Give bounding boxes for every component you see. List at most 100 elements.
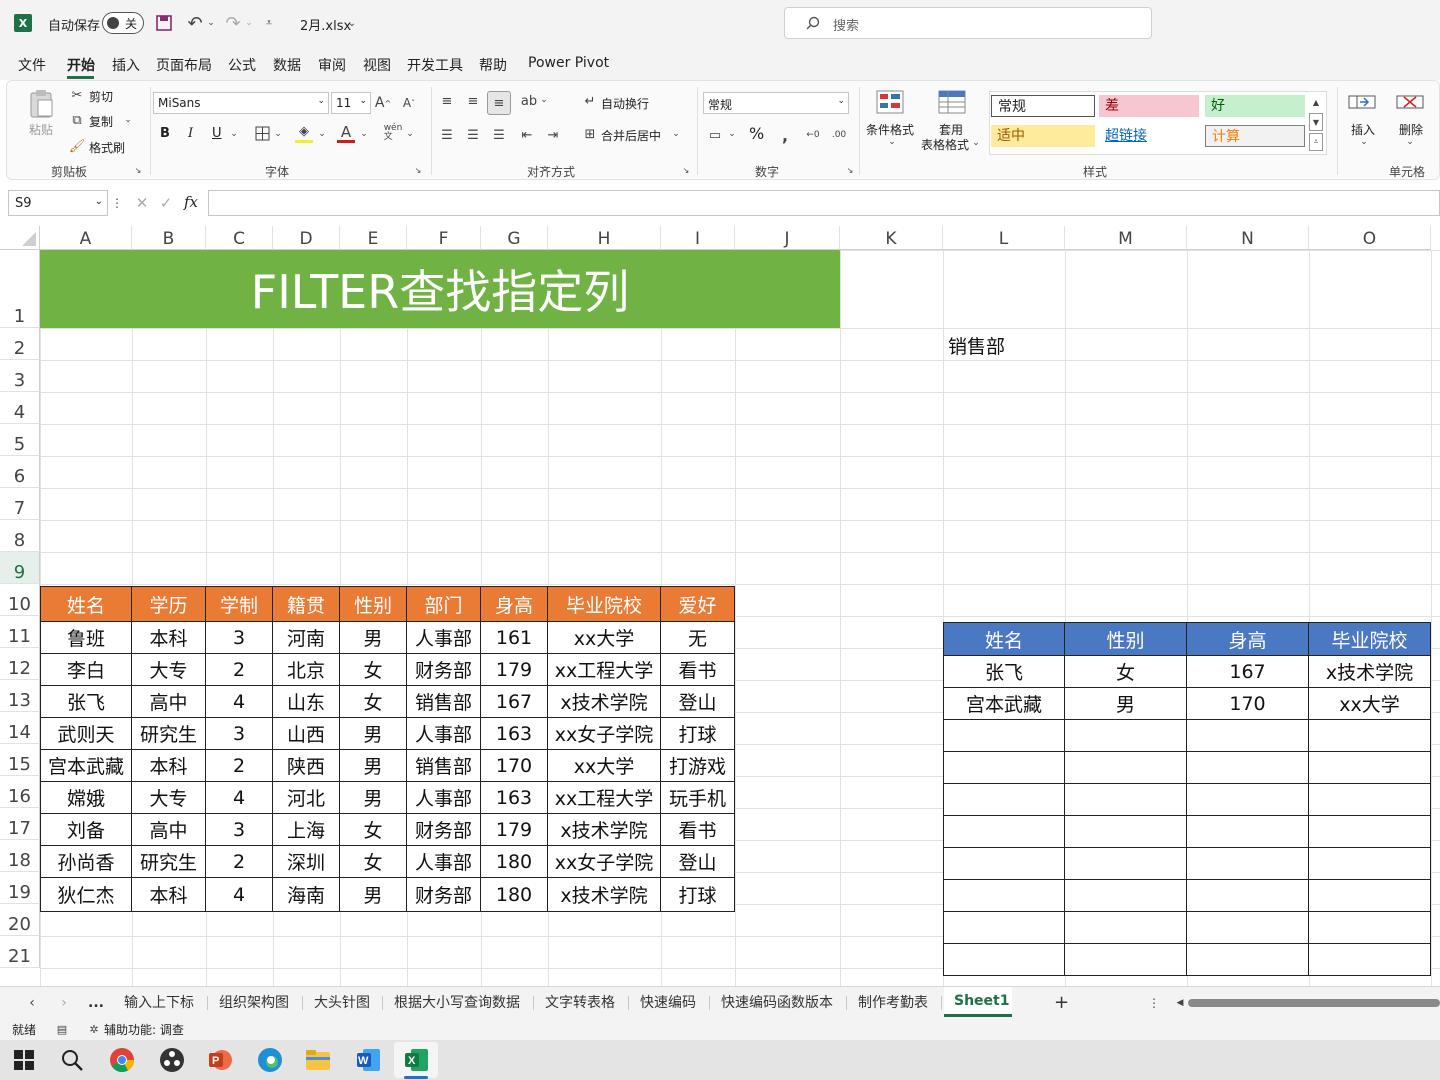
table-cell[interactable]: 山东 (273, 686, 340, 718)
table-cell[interactable]: 女 (340, 654, 407, 686)
column-header[interactable]: C (206, 226, 273, 250)
style-good[interactable]: 好 (1205, 95, 1305, 117)
column-header[interactable]: J (735, 226, 840, 250)
row-header[interactable]: 9 (0, 552, 40, 584)
add-sheet-button[interactable]: + (1054, 991, 1069, 1015)
row-header[interactable]: 19 (0, 872, 40, 904)
number-format-select[interactable]: 常规 ⌄ (703, 92, 849, 114)
table-cell[interactable]: 打游戏 (661, 750, 735, 782)
status-accessibility[interactable]: 辅助功能: 调查 (104, 1021, 184, 1038)
worksheet-grid[interactable]: ABCDEFGHIJKLMNO 1 2 3 4 5 6 7 8 9 10 11 12 13 14 15 16 1… (0, 226, 1440, 986)
align-top-icon[interactable]: ≡ (437, 91, 457, 111)
table-cell[interactable]: 170 (481, 750, 548, 782)
row-header[interactable]: 20 (0, 904, 40, 936)
result-cell[interactable] (943, 752, 1065, 784)
result-cell[interactable]: 张飞 (943, 656, 1065, 688)
style-neutral[interactable]: 适中 (991, 125, 1095, 147)
sheet-tab[interactable]: 快速编码 (640, 991, 696, 1015)
tab-data[interactable]: 数据 (273, 55, 301, 75)
table-cell[interactable]: 销售部 (407, 686, 481, 718)
format-painter-label[interactable]: 格式刷 (89, 139, 125, 156)
table-cell[interactable]: 看书 (661, 654, 735, 686)
result-cell[interactable] (1187, 784, 1309, 816)
table-cell[interactable]: xx工程大学 (548, 654, 661, 686)
table-cell[interactable]: 狄仁杰 (40, 878, 132, 912)
italic-button[interactable]: I (188, 126, 193, 141)
table-cell[interactable]: 3 (206, 814, 273, 846)
tab-formulas[interactable]: 公式 (228, 55, 256, 75)
result-cell[interactable] (1065, 720, 1187, 752)
insert-function-button[interactable]: fx (184, 193, 198, 211)
table-cell[interactable]: 高中 (132, 814, 206, 846)
row-header[interactable]: 5 (0, 424, 40, 456)
table-cell[interactable]: 女 (340, 814, 407, 846)
increase-decimal-icon[interactable]: ←0 (803, 125, 823, 145)
accessibility-icon[interactable]: ✲ (86, 1021, 102, 1037)
lookup-value-cell[interactable]: 销售部 (948, 332, 1005, 359)
windows-start-icon[interactable] (12, 1048, 36, 1072)
select-all-corner[interactable] (0, 226, 40, 250)
table-cell[interactable]: 鲁班 (40, 622, 132, 654)
result-cell[interactable] (1309, 944, 1431, 976)
table-cell[interactable]: 河南 (273, 622, 340, 654)
format-as-table-dropdown-icon[interactable]: ⌄ (971, 137, 981, 149)
table-cell[interactable]: 4 (206, 878, 273, 912)
font-size-select[interactable]: 11 ⌄ (331, 92, 371, 114)
obs-icon[interactable] (158, 1046, 186, 1074)
tabs-options-icon[interactable]: ⋮ (1148, 993, 1160, 1013)
result-cell[interactable] (1065, 816, 1187, 848)
result-cell[interactable]: 女 (1065, 656, 1187, 688)
sheet-tab[interactable]: 制作考勤表 (858, 991, 928, 1015)
fill-color-icon[interactable]: ◈ (295, 123, 313, 143)
sheet-tab[interactable]: 根据大小写查询数据 (394, 991, 520, 1015)
paste-label[interactable]: 粘贴 (29, 121, 53, 138)
tab-file[interactable]: 文件 (18, 55, 46, 75)
column-header[interactable]: E (340, 226, 407, 250)
powerpoint-icon[interactable]: P (206, 1046, 234, 1074)
result-cell[interactable] (1187, 816, 1309, 848)
copy-dropdown-icon[interactable]: ⌄ (123, 113, 133, 127)
result-cell[interactable]: 男 (1065, 688, 1187, 720)
row-header[interactable]: 7 (0, 488, 40, 520)
result-cell[interactable] (1065, 752, 1187, 784)
phonetic-guide-icon[interactable]: wén 文 (383, 123, 403, 143)
result-cell[interactable] (943, 720, 1065, 752)
cut-label[interactable]: 剪切 (89, 88, 113, 105)
table-cell[interactable]: 打球 (661, 878, 735, 912)
table-cell[interactable]: 本科 (132, 750, 206, 782)
table-cell[interactable]: 销售部 (407, 750, 481, 782)
filename[interactable]: 2月.xlsx (300, 15, 351, 34)
table-cell[interactable]: xx女子学院 (548, 846, 661, 878)
tab-power-pivot[interactable]: Power Pivot (528, 55, 609, 71)
orientation-icon[interactable]: ab (519, 91, 539, 111)
redo-dropdown-icon[interactable]: ⌄ (244, 14, 254, 32)
column-header[interactable]: B (132, 226, 206, 250)
table-cell[interactable]: 大专 (132, 782, 206, 814)
table-header-cell[interactable]: 部门 (407, 586, 481, 622)
table-cell[interactable]: xx大学 (548, 750, 661, 782)
column-header[interactable]: O (1309, 226, 1431, 250)
table-cell[interactable]: 179 (481, 654, 548, 686)
result-cell[interactable] (1309, 848, 1431, 880)
table-cell[interactable]: 男 (340, 750, 407, 782)
phonetic-dropdown-icon[interactable]: ⌄ (405, 127, 415, 141)
table-header-cell[interactable]: 身高 (481, 586, 548, 622)
edge-icon[interactable] (256, 1046, 284, 1074)
sheet-tab[interactable]: 组织架构图 (219, 991, 289, 1015)
name-box[interactable]: S9 ⌄ (8, 190, 108, 216)
wrap-text-icon[interactable]: ↵ (581, 92, 599, 110)
column-header[interactable]: F (407, 226, 481, 250)
table-cell[interactable]: 2 (206, 846, 273, 878)
result-cell[interactable] (1309, 912, 1431, 944)
style-normal[interactable]: 常规 (991, 95, 1095, 117)
result-cell[interactable] (943, 784, 1065, 816)
excel-icon[interactable]: X (402, 1046, 430, 1074)
enter-icon[interactable]: ✓ (156, 194, 176, 212)
table-cell[interactable]: 男 (340, 622, 407, 654)
result-cell[interactable] (1187, 944, 1309, 976)
column-header[interactable]: L (943, 226, 1065, 250)
filename-chevron-icon[interactable]: ⌄ (346, 15, 358, 31)
macro-record-icon[interactable]: ▤ (54, 1021, 70, 1037)
wrap-text-label[interactable]: 自动换行 (601, 95, 649, 112)
style-bad[interactable]: 差 (1099, 95, 1199, 117)
